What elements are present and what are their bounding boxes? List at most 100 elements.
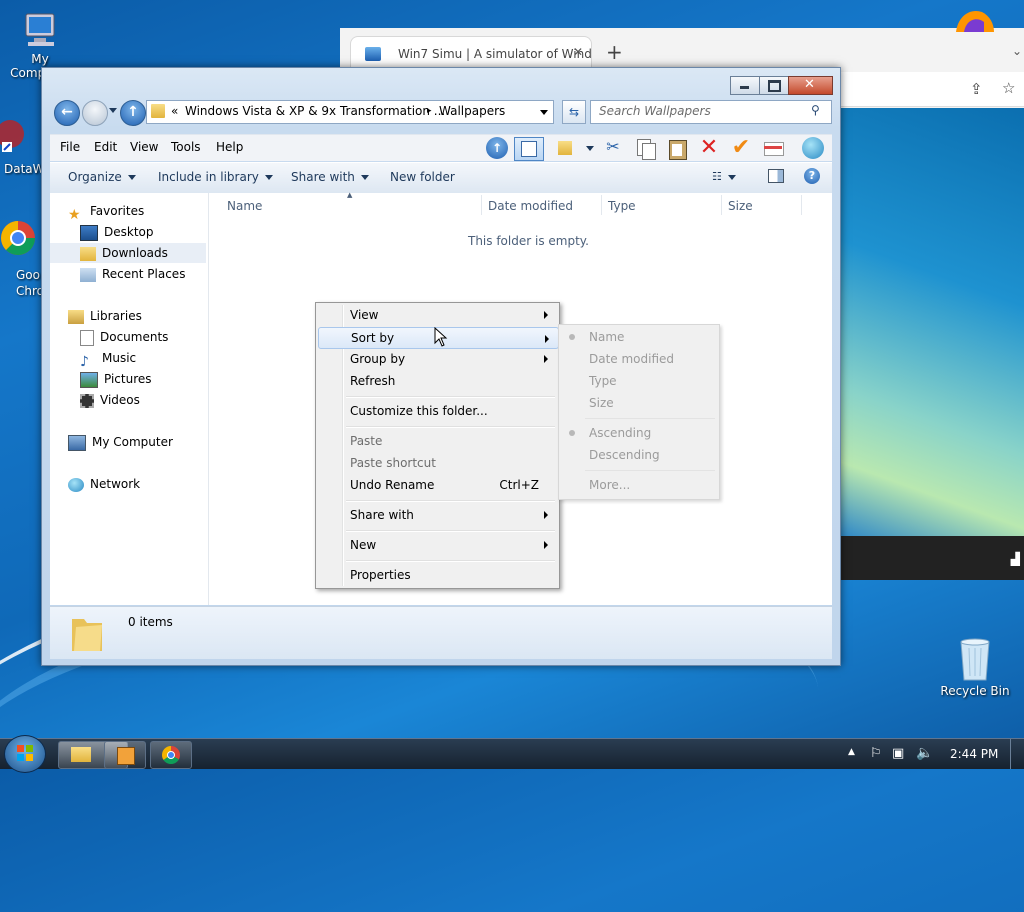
breadcrumb-separator[interactable]: ▸	[427, 106, 432, 116]
folder-large-icon	[70, 613, 104, 653]
dropdown-caret-icon[interactable]	[586, 146, 594, 151]
volume-icon[interactable]: 🔈	[916, 745, 933, 761]
nav-pictures[interactable]: Pictures	[80, 369, 152, 389]
menu-tools[interactable]: Tools	[171, 140, 201, 154]
desktop-icon-datawa[interactable]: DataWa	[0, 118, 51, 176]
chevron-down-icon[interactable]: ⌄	[1012, 44, 1022, 58]
browser-tab[interactable]: Win7 Simu | A simulator of Wind ✕	[350, 36, 592, 71]
column-divider[interactable]	[481, 195, 482, 215]
new-folder-button[interactable]: New folder	[390, 170, 455, 184]
sort-item-size[interactable]: Size	[561, 392, 717, 414]
menu-item-paste[interactable]: Paste	[318, 430, 557, 452]
desktop-icon	[80, 224, 98, 241]
breadcrumb-segment[interactable]: Windows Vista & XP & 9x Transformation .…	[185, 104, 445, 118]
nav-libraries[interactable]: Libraries	[68, 306, 142, 326]
new-tab-button[interactable]: +	[606, 40, 623, 64]
forward-button[interactable]	[82, 100, 108, 126]
nav-documents[interactable]: Documents	[80, 327, 168, 347]
copy-icon[interactable]	[634, 137, 656, 160]
action-center-icon[interactable]: ⚐	[870, 746, 882, 761]
preview-pane-icon[interactable]	[514, 137, 544, 161]
view-options-icon[interactable]: ☷	[712, 170, 736, 183]
nav-network[interactable]: Network	[68, 474, 140, 494]
menu-file[interactable]: File	[60, 140, 80, 154]
up-button[interactable]: ↑	[120, 100, 146, 126]
column-header-size[interactable]: Size	[728, 199, 753, 213]
close-button[interactable]: ✕	[788, 76, 833, 95]
show-desktop-button[interactable]	[1010, 739, 1023, 769]
share-with-button[interactable]: Share with	[291, 170, 369, 184]
menu-item-share-with[interactable]: Share with	[318, 504, 557, 526]
column-header-type[interactable]: Type	[608, 199, 636, 213]
taskbar-media-button[interactable]	[104, 741, 146, 769]
nav-downloads[interactable]: Downloads	[50, 243, 206, 263]
sort-item-name[interactable]: Name	[561, 326, 717, 348]
back-button[interactable]: ←	[54, 100, 80, 126]
sort-item-ascending[interactable]: Ascending	[561, 422, 717, 444]
paste-icon[interactable]	[666, 137, 688, 160]
menu-item-paste-shortcut[interactable]: Paste shortcut	[318, 452, 557, 474]
search-input[interactable]: Search Wallpapers ⚲	[590, 100, 832, 124]
up-arrow-icon[interactable]: ↑	[486, 137, 508, 159]
address-dropdown-icon[interactable]	[540, 110, 548, 115]
nav-videos[interactable]: Videos	[80, 390, 140, 410]
nav-music[interactable]: ♪ Music	[80, 348, 136, 370]
windows-logo-icon	[17, 745, 33, 761]
menu-item-new[interactable]: New	[318, 534, 557, 556]
menu-separator	[346, 426, 555, 428]
breadcrumb-overflow[interactable]: «	[171, 104, 178, 118]
menu-view[interactable]: View	[130, 140, 158, 154]
empty-folder-message: This folder is empty.	[468, 234, 589, 248]
menu-edit[interactable]: Edit	[94, 140, 117, 154]
refresh-button[interactable]: ⇆	[562, 100, 586, 124]
email-icon[interactable]	[762, 137, 784, 159]
signal-icon: ▟	[1010, 552, 1020, 566]
network-status-icon[interactable]: ▣	[892, 746, 904, 761]
desktop-icon-recycle-bin[interactable]: Recycle Bin	[935, 636, 1015, 698]
include-in-library-button[interactable]: Include in library	[158, 170, 273, 184]
nav-favorites[interactable]: ★ Favorites	[68, 201, 144, 223]
menu-item-undo-rename[interactable]: Undo Rename Ctrl+Z	[318, 474, 557, 496]
column-header-date-modified[interactable]: Date modified	[488, 199, 573, 213]
clock[interactable]: 2:44 PM	[950, 747, 998, 761]
share-icon[interactable]: ⇪	[970, 80, 983, 98]
help-icon[interactable]: ?	[804, 168, 820, 184]
menu-help[interactable]: Help	[216, 140, 243, 154]
column-divider[interactable]	[601, 195, 602, 215]
menu-item-customize-folder[interactable]: Customize this folder...	[318, 400, 557, 422]
menu-item-properties[interactable]: Properties	[318, 564, 557, 586]
column-divider[interactable]	[721, 195, 722, 215]
show-hidden-icons[interactable]: ▲	[848, 747, 855, 757]
nav-recent-places[interactable]: Recent Places	[80, 264, 185, 284]
star-icon[interactable]: ☆	[1002, 79, 1015, 97]
firefox-icon[interactable]	[952, 6, 996, 32]
start-button[interactable]	[4, 735, 46, 773]
delete-icon[interactable]: ✕	[698, 137, 720, 159]
preview-toggle-icon[interactable]	[768, 169, 784, 183]
recent-pages-chevron-icon[interactable]	[109, 108, 117, 113]
menu-item-view[interactable]: View	[318, 304, 557, 326]
address-bar[interactable]: « Windows Vista & XP & 9x Transformation…	[146, 100, 554, 124]
taskbar-chrome-button[interactable]	[150, 741, 192, 769]
sort-item-date-modified[interactable]: Date modified	[561, 348, 717, 370]
cut-icon[interactable]: ✂	[602, 137, 624, 159]
submenu-arrow-icon	[544, 311, 548, 319]
menu-item-refresh[interactable]: Refresh	[318, 370, 557, 392]
column-header-name[interactable]: Name	[227, 199, 262, 213]
nav-my-computer[interactable]: My Computer	[68, 432, 173, 452]
column-divider[interactable]	[801, 195, 802, 215]
sort-item-type[interactable]: Type	[561, 370, 717, 392]
globe-icon[interactable]	[802, 137, 824, 159]
maximize-button[interactable]	[759, 76, 789, 95]
nav-desktop[interactable]: Desktop	[80, 222, 154, 242]
breadcrumb-current[interactable]: Wallpapers	[439, 104, 505, 118]
sort-item-descending[interactable]: Descending	[561, 444, 717, 466]
tab-favicon-icon	[365, 47, 381, 61]
sort-item-more[interactable]: More...	[561, 474, 717, 496]
minimize-button[interactable]	[730, 76, 760, 95]
checkmark-icon[interactable]: ✔	[730, 137, 752, 159]
organize-button[interactable]: Organize	[68, 170, 136, 184]
folder-options-icon[interactable]	[556, 137, 578, 159]
menu-item-group-by[interactable]: Group by	[318, 348, 557, 370]
tab-close-icon[interactable]: ✕	[573, 45, 583, 59]
